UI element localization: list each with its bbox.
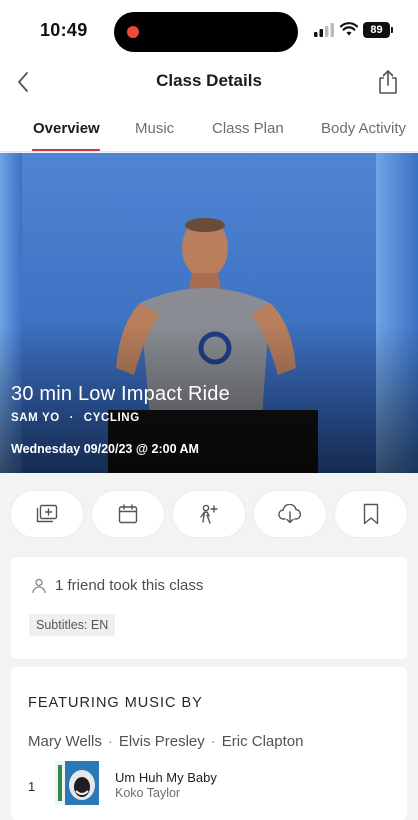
class-hero-video[interactable]: 30 min Low Impact Ride SAM YO · CYCLING … xyxy=(0,153,418,473)
status-time: 10:49 xyxy=(40,20,88,40)
add-to-stack-icon xyxy=(36,504,58,523)
bookmark-button[interactable] xyxy=(335,491,407,537)
class-date: Wednesday 09/20/23 @ 2:00 AM xyxy=(11,442,199,456)
track-number: 1 xyxy=(28,779,36,794)
invite-friends-button[interactable] xyxy=(173,491,245,537)
calendar-icon xyxy=(118,504,138,524)
cellular-signal-icon xyxy=(314,23,334,37)
add-to-stack-button[interactable] xyxy=(11,491,83,537)
artist-name: Eric Clapton xyxy=(221,733,304,750)
invite-friends-icon xyxy=(200,504,218,524)
nav-bar: Class Details xyxy=(0,62,418,102)
track-title: Um Huh My Baby xyxy=(115,770,217,785)
album-cover-image xyxy=(55,761,99,805)
friends-taken-text: 1 friend took this class xyxy=(55,577,204,594)
instructor-name[interactable]: SAM YO xyxy=(11,412,60,424)
artist-name: Mary Wells xyxy=(28,733,102,750)
tab-class-plan[interactable]: Class Plan xyxy=(212,120,284,137)
meta-separator: · xyxy=(69,412,74,424)
active-tab-indicator xyxy=(32,149,100,151)
class-meta: SAM YO · CYCLING xyxy=(11,412,140,424)
wifi-icon xyxy=(340,22,358,36)
page-title: Class Details xyxy=(156,71,262,90)
album-art xyxy=(55,761,99,805)
action-row xyxy=(0,473,418,557)
artist-name: Elvis Presley xyxy=(118,733,205,750)
tab-overview[interactable]: Overview xyxy=(33,120,100,137)
dynamic-island xyxy=(114,12,298,52)
download-icon xyxy=(278,504,302,524)
artist-separator: · xyxy=(210,733,216,750)
person-icon xyxy=(32,578,46,593)
class-discipline: CYCLING xyxy=(83,412,140,424)
friends-taken-row[interactable]: 1 friend took this class xyxy=(31,577,203,594)
share-button[interactable] xyxy=(374,66,402,98)
featured-music-card: FEATURING MUSIC BY Mary Wells · Elvis Pr… xyxy=(11,667,407,820)
track-artist: Koko Taylor xyxy=(115,786,181,800)
status-bar: 10:49 89 xyxy=(0,0,418,62)
share-icon xyxy=(379,70,397,94)
featured-artists: Mary Wells · Elvis Presley · Eric Clapto… xyxy=(28,733,303,750)
featured-music-heading: FEATURING MUSIC BY xyxy=(28,695,203,711)
artist-separator: · xyxy=(107,733,113,750)
tab-body-activity[interactable]: Body Activity xyxy=(321,120,406,137)
subtitles-badge: Subtitles: EN xyxy=(29,614,116,636)
bookmark-icon xyxy=(363,503,379,525)
tab-music[interactable]: Music xyxy=(135,120,174,137)
battery-indicator: 89 xyxy=(363,22,393,38)
class-info-card: 1 friend took this class Subtitles: EN xyxy=(11,557,407,659)
schedule-button[interactable] xyxy=(92,491,164,537)
class-title: 30 min Low Impact Ride xyxy=(11,383,230,405)
tab-bar: Overview Music Class Plan Body Activity xyxy=(0,102,418,152)
recording-indicator xyxy=(127,26,139,38)
download-button[interactable] xyxy=(254,491,326,537)
